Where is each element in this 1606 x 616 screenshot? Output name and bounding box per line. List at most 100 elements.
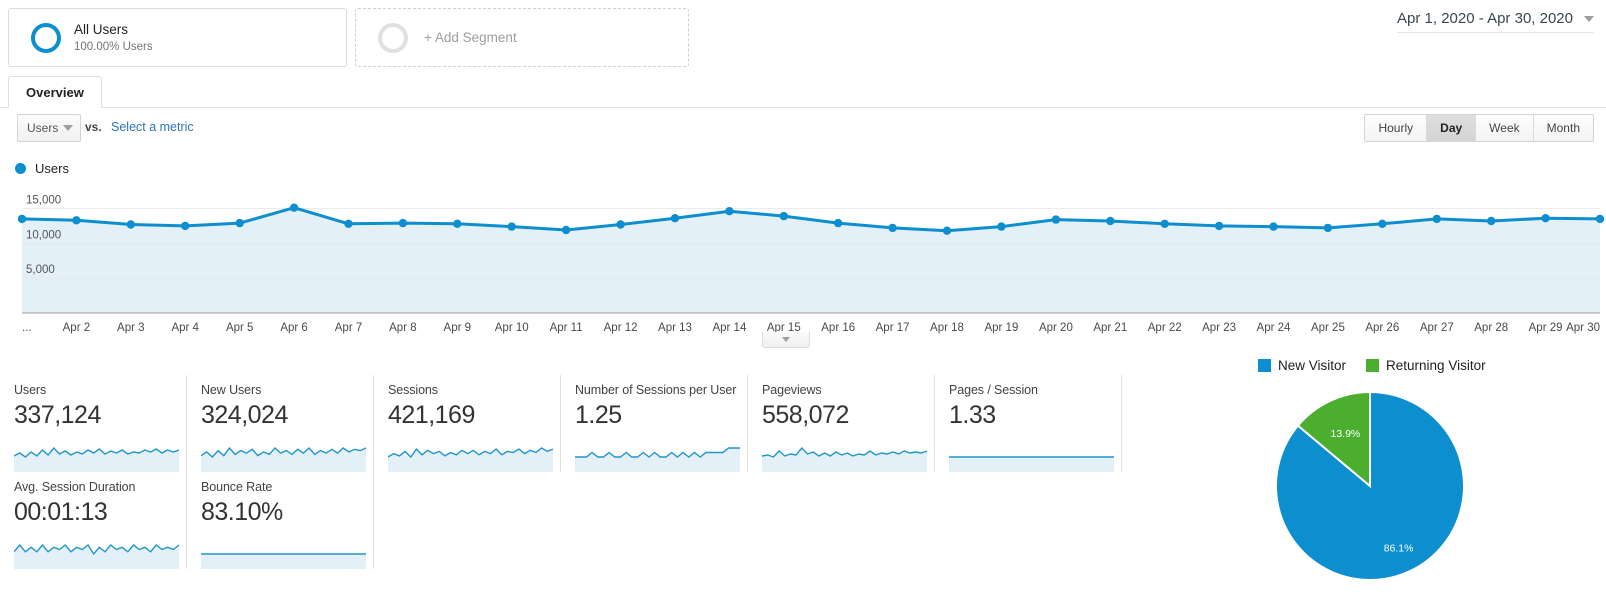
y-axis-tick-label: 5,000 — [26, 264, 55, 276]
metric-card-label: Sessions — [388, 383, 438, 397]
line-chart-point[interactable] — [289, 203, 299, 212]
pie-legend: New Visitor Returning Visitor — [1240, 358, 1600, 373]
granularity-hourly-button[interactable]: Hourly — [1365, 115, 1428, 141]
pie-legend-label: New Visitor — [1278, 358, 1347, 373]
line-chart-point[interactable] — [1160, 219, 1169, 228]
x-axis-tick-label: Apr 22 — [1148, 322, 1182, 334]
metric-card-label: Number of Sessions per User — [575, 383, 737, 397]
x-axis-tick-label: ... — [22, 322, 32, 334]
pie-slice-label: 13.9% — [1331, 428, 1361, 440]
line-chart-point[interactable] — [942, 226, 952, 235]
line-chart-point[interactable] — [1269, 222, 1278, 231]
ring-icon — [31, 22, 61, 53]
line-chart-point[interactable] — [1487, 216, 1496, 226]
line-chart-point[interactable] — [1595, 214, 1605, 224]
add-segment-button[interactable]: + Add Segment — [355, 8, 689, 67]
chevron-down-icon — [1584, 15, 1594, 22]
x-axis-tick-label: Apr 21 — [1093, 322, 1127, 334]
x-axis-tick-label: Apr 16 — [821, 322, 855, 334]
line-chart-point[interactable] — [779, 211, 788, 221]
metric-card-sparkline — [201, 446, 366, 472]
pie-legend-swatch-icon — [1258, 359, 1271, 372]
line-chart-point[interactable] — [126, 220, 135, 229]
pie-legend-item[interactable]: New Visitor — [1258, 358, 1346, 373]
date-range-text: Apr 1, 2020 - Apr 30, 2020 — [1397, 10, 1573, 27]
metric-card-number-of-sessions-per-user[interactable]: Number of Sessions per User 1.25 — [561, 375, 748, 472]
metric-card-sparkline — [949, 456, 1114, 472]
metric-select[interactable]: Users — [17, 114, 81, 142]
metric-card-label: Pages / Session — [949, 383, 1038, 397]
chart-legend-label: Users — [35, 161, 69, 176]
line-chart-point[interactable] — [1106, 216, 1115, 226]
metric-card-avg-session-duration[interactable]: Avg. Session Duration 00:01:13 — [0, 472, 187, 569]
x-axis-tick-label: Apr 11 — [550, 322, 583, 334]
line-chart-point[interactable] — [1051, 215, 1061, 224]
metric-card-users[interactable]: Users 337,124 — [0, 375, 187, 472]
x-axis-tick-label: Apr 4 — [171, 322, 199, 334]
metric-card-pages-session[interactable]: Pages / Session 1.33 — [935, 375, 1122, 472]
metric-card-value: 1.25 — [575, 401, 622, 429]
date-range-picker[interactable]: Apr 1, 2020 - Apr 30, 2020 — [1397, 10, 1594, 33]
line-chart-point[interactable] — [1541, 214, 1550, 223]
line-chart-point[interactable] — [997, 222, 1006, 231]
metric-card-value: 337,124 — [14, 401, 101, 429]
new-vs-returning-panel: New Visitor Returning Visitor 86.1% 13.9% — [1240, 358, 1600, 608]
line-chart-point[interactable] — [725, 207, 734, 216]
metric-card-sparkline — [14, 543, 179, 569]
line-chart-point[interactable] — [1378, 219, 1387, 228]
x-axis-tick-label: Apr 25 — [1311, 322, 1345, 334]
metric-card-label: Bounce Rate — [201, 480, 273, 494]
x-axis-tick-label: Apr 12 — [604, 322, 638, 334]
line-chart-point[interactable] — [888, 223, 897, 233]
metric-card-label: Avg. Session Duration — [14, 480, 136, 494]
line-chart-point[interactable] — [507, 222, 516, 231]
metric-card-bounce-rate[interactable]: Bounce Rate 83.10% — [187, 472, 374, 569]
granularity-week-button[interactable]: Week — [1476, 115, 1534, 141]
segment-subtitle: 100.00% Users — [74, 40, 153, 53]
line-chart-point[interactable] — [616, 220, 625, 229]
select-a-metric-link[interactable]: Select a metric — [111, 120, 194, 134]
line-chart-point[interactable] — [17, 214, 27, 224]
x-axis-tick-label: Apr 23 — [1202, 322, 1236, 334]
metric-cards-grid: Users 337,124 New Users 324,024 Sessions 421,… — [0, 375, 1135, 569]
granularity-toggle-group: Hourly Day Week Month — [1364, 114, 1594, 142]
segment-all-users[interactable]: All Users 100.00% Users — [8, 8, 347, 67]
x-axis-tick-label: Apr 29 — [1529, 322, 1563, 334]
chart-collapse-button[interactable] — [762, 332, 810, 348]
x-axis-tick-label: Apr 19 — [984, 322, 1018, 334]
pie-legend-item[interactable]: Returning Visitor — [1366, 358, 1486, 373]
metric-card-new-users[interactable]: New Users 324,024 — [187, 375, 374, 472]
line-chart-point[interactable] — [453, 219, 462, 228]
metric-card-value: 558,072 — [762, 401, 849, 429]
line-chart-point[interactable] — [398, 218, 408, 228]
x-axis-tick-label: Apr 14 — [712, 322, 746, 334]
x-axis-tick-label: Apr 17 — [876, 322, 910, 334]
line-chart-point[interactable] — [1214, 221, 1224, 231]
metric-card-row: Users 337,124 New Users 324,024 Sessions 421,… — [0, 375, 1135, 472]
line-chart-point[interactable] — [344, 219, 353, 228]
x-axis-tick-label: Apr 6 — [280, 322, 308, 334]
line-chart-point[interactable] — [834, 218, 843, 228]
segment-bar: All Users 100.00% Users + Add Segment Ap… — [0, 0, 1606, 70]
segment-title: All Users — [74, 21, 129, 37]
line-chart-point[interactable] — [72, 216, 81, 225]
x-axis-tick-label: Apr 26 — [1365, 322, 1399, 334]
tab-overview[interactable]: Overview — [8, 76, 102, 108]
metric-card-label: New Users — [201, 383, 262, 397]
metric-card-sparkline — [388, 447, 553, 472]
x-axis-tick-label: Apr 5 — [226, 322, 254, 334]
metric-card-label: Pageviews — [762, 383, 822, 397]
pie-legend-label: Returning Visitor — [1386, 358, 1486, 373]
metric-card-sessions[interactable]: Sessions 421,169 — [374, 375, 561, 472]
line-chart-point[interactable] — [561, 225, 571, 235]
line-chart-point[interactable] — [1323, 223, 1333, 233]
line-chart-point[interactable] — [235, 218, 244, 228]
line-chart-point[interactable] — [1432, 214, 1442, 224]
users-over-time-chart[interactable]: 5,000 10,000 15,000... Apr 2 Apr 3 Apr 4 Apr 5… — [0, 183, 1606, 343]
granularity-month-button[interactable]: Month — [1533, 115, 1593, 141]
line-chart-point[interactable] — [670, 214, 680, 223]
line-chart-point[interactable] — [181, 221, 190, 231]
pie-chart-svg[interactable]: 86.1% 13.9% — [1268, 386, 1568, 596]
metric-card-pageviews[interactable]: Pageviews 558,072 — [748, 375, 935, 472]
granularity-day-button[interactable]: Day — [1427, 115, 1477, 141]
